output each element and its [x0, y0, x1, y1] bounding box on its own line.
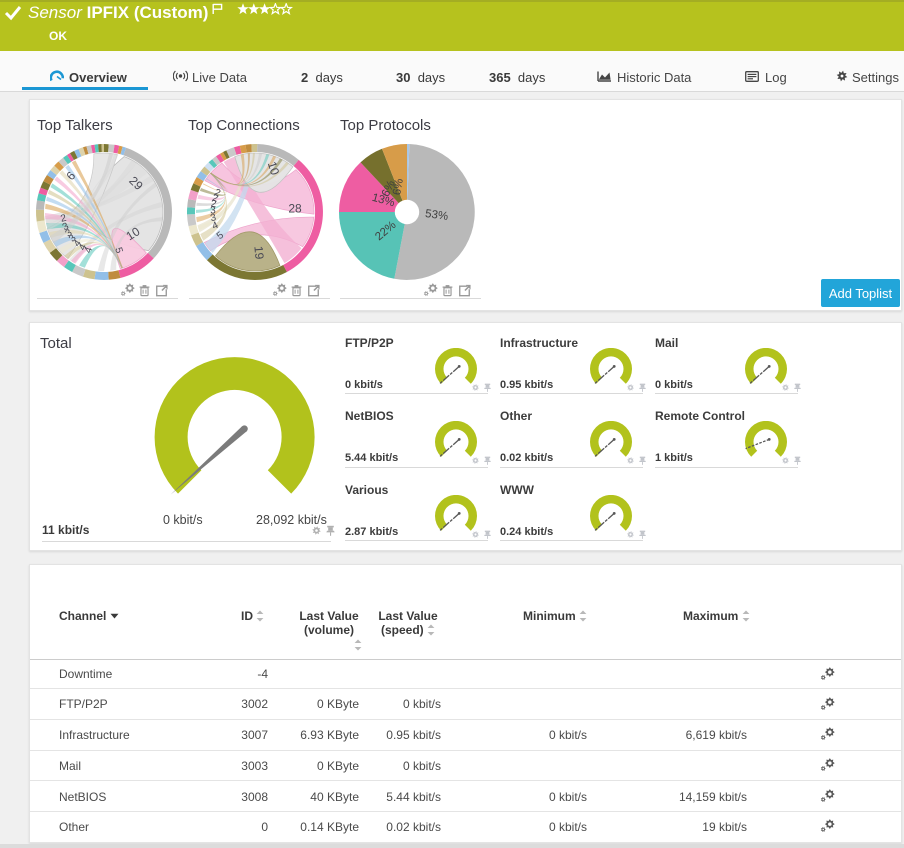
svg-text:19: 19 — [251, 245, 266, 260]
svg-text:28: 28 — [288, 201, 302, 215]
